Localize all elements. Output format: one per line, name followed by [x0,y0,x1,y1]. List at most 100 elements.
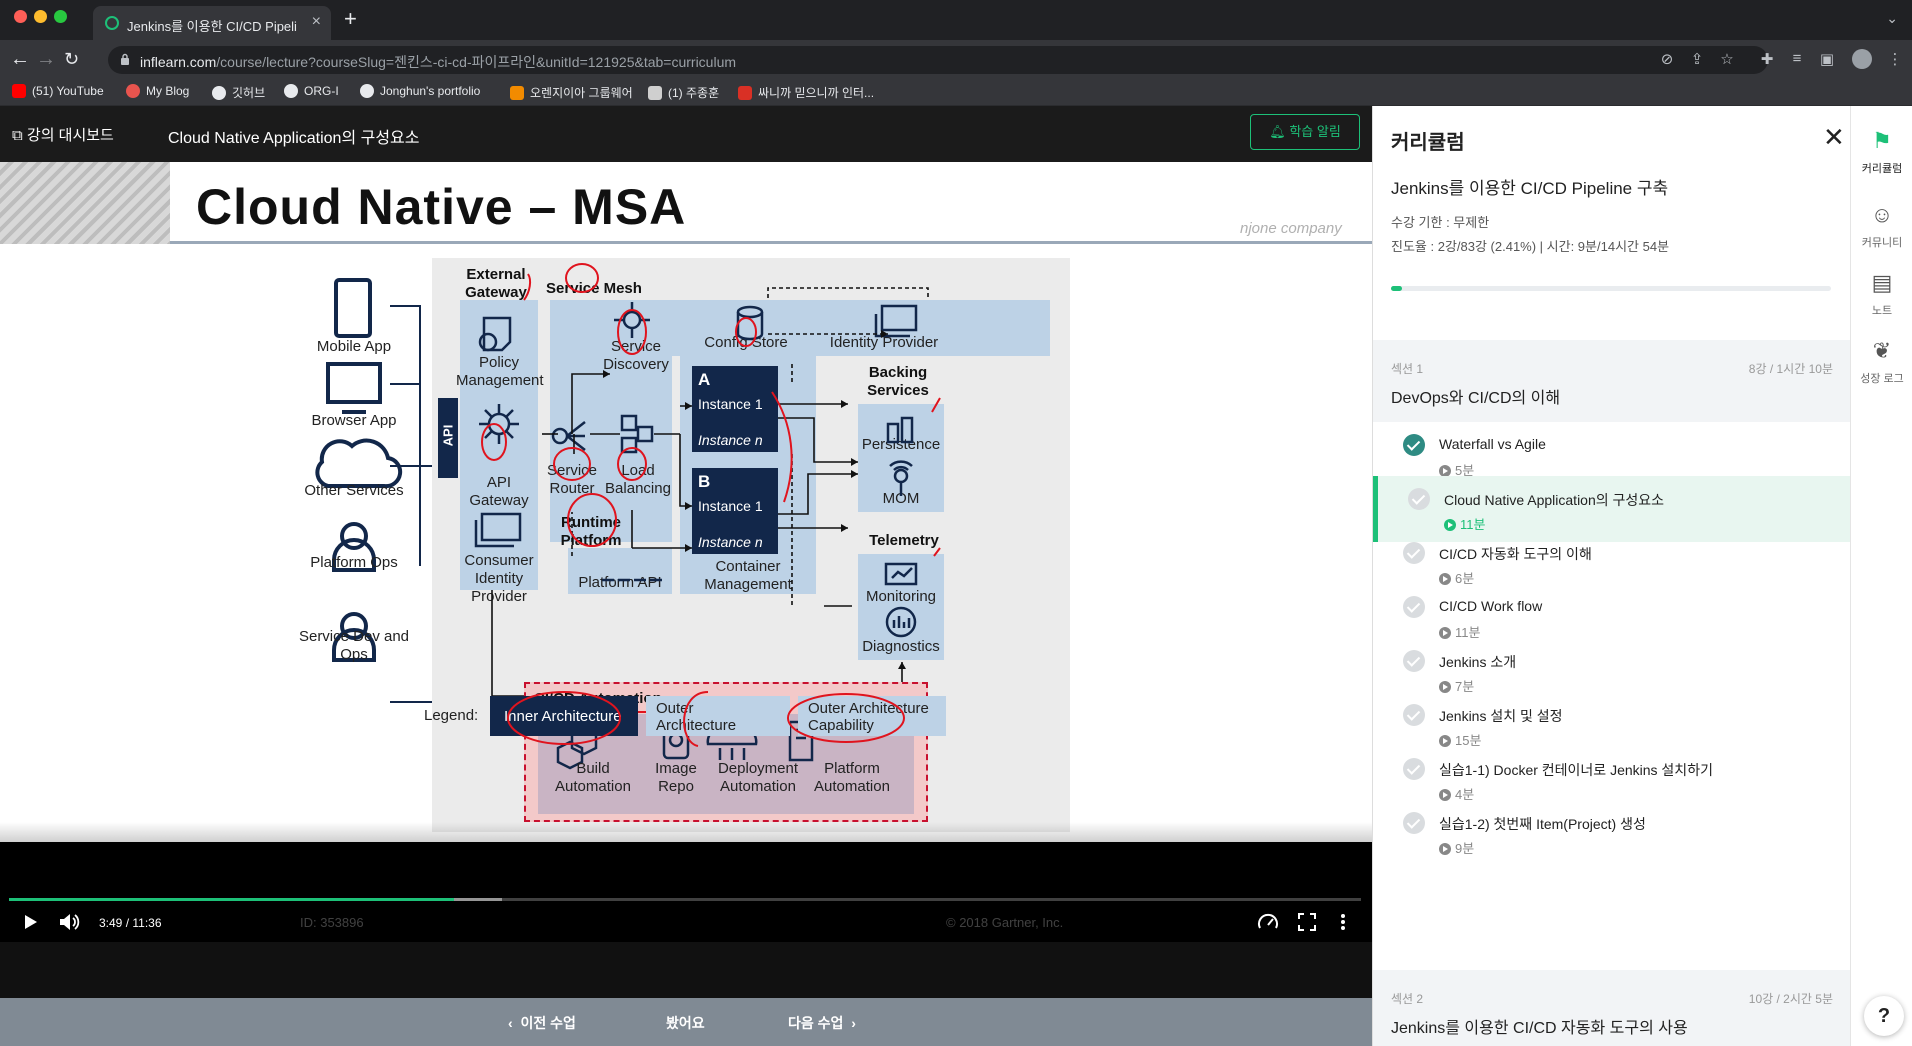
close-tab-icon[interactable]: × [312,13,321,31]
course-progress-fill [1391,286,1402,291]
player-header: ⧉ 강의 대시보드 Cloud Native Application의 구성요소… [0,106,1372,162]
rail-note[interactable]: ▤ 노트 [1851,270,1912,318]
bookmark-youtube[interactable]: (51) YouTube [12,84,104,98]
bookmark-github[interactable]: 깃허브 [212,84,265,101]
help-button[interactable]: ? [1864,996,1904,1036]
lesson-title: Jenkins 소개 [1439,654,1517,670]
video-progress-bar[interactable] [9,898,1361,901]
eye-slash-icon[interactable]: ⊘ [1658,50,1676,68]
study-alert-button[interactable]: 🔔︎ 학습 알림 [1250,114,1360,150]
lock-icon [121,53,129,65]
play-circle-icon [1439,843,1451,855]
play-icon[interactable] [22,914,38,930]
lesson-item[interactable]: 실습1-2) 첫번째 Item(Project) 생성 9분 [1373,800,1850,866]
lesson-title: Jenkins 설치 및 설정 [1439,708,1563,724]
leaf-icon: ❦ [1872,338,1892,363]
tab-title: Jenkins를 이용한 CI/CD Pipeline [127,19,297,34]
media-control-icon[interactable]: ≡ [1788,50,1806,68]
section-header[interactable]: 섹션 2 10강 / 2시간 5분 Jenkins를 이용한 CI/CD 자동화… [1373,970,1850,1046]
close-panel-icon[interactable]: ✕ [1823,122,1845,153]
youtube-icon [12,84,26,98]
cicd-build-automation: Build Automation [555,760,631,795]
forward-icon[interactable]: → [36,48,56,71]
rail-community[interactable]: ☺ 커뮤니티 [1851,202,1912,250]
extensions-icon[interactable]: ✚ [1758,50,1776,68]
prev-lesson-button[interactable]: ‹ 이전 수업 [508,1013,576,1033]
url-text: inflearn.com/course/lecture?courseSlug=젠… [140,54,737,70]
slide-brand: njone company [1240,220,1342,237]
bookmark-my-blog[interactable]: My Blog [126,84,189,98]
mark-watched-button[interactable]: 봤어요 [666,1013,705,1033]
menu-icon[interactable]: ⋮ [1886,50,1904,68]
check-circle-icon [1408,488,1430,510]
slide-header: Cloud Native – MSA njone company [0,162,1372,244]
lesson-navigation-bar: ‹ 이전 수업 봤어요 다음 수업 › [0,998,1372,1046]
rail-curriculum[interactable]: ⚑ 커리큘럼 [1851,128,1912,176]
chat-icon: ☺ [1870,202,1894,227]
share-icon[interactable]: ⇪ [1688,50,1706,68]
check-circle-icon [1403,434,1425,456]
fullscreen-icon[interactable] [1298,913,1316,931]
bookmark-star-icon[interactable]: ☆ [1718,50,1736,68]
bookmark-org-i[interactable]: ORG-I [284,84,339,98]
legend-label: Legend: [424,707,479,724]
close-window-button[interactable] [14,10,27,23]
course-progress-text: 진도율 : 2강/83강 (2.41%) | 시간: 9분/14시간 54분 [1391,239,1670,254]
lesson-title: 실습1-1) Docker 컨테이너로 Jenkins 설치하기 [1439,762,1713,778]
video-timecode: 3:49 / 11:36 [99,916,162,930]
bookmarks-bar: (51) YouTube My Blog 깃허브 ORG-I Jonghun's… [0,80,1912,106]
side-panel-icon[interactable]: ▣ [1818,50,1836,68]
minimize-window-button[interactable] [34,10,47,23]
external-link-icon: ⧉ [12,127,27,144]
rail-growth-log[interactable]: ❦ 성장 로그 [1851,338,1912,386]
notebook-icon: ▤ [1871,270,1893,295]
client-other-services: Other Services [304,482,404,499]
next-lesson-button[interactable]: 다음 수업 › [788,1013,856,1033]
browser-toolbar: ← → ↻ inflearn.com/course/lecture?course… [0,40,1912,80]
maximize-window-button[interactable] [54,10,67,23]
shop-icon [738,86,752,100]
reload-icon[interactable]: ↻ [64,49,79,70]
video-watermark-copyright: © 2018 Gartner, Inc. [946,915,1064,930]
keyboard-image [0,162,170,244]
bookmark-profile[interactable]: (1) 주종훈 [648,84,719,101]
legend-annotations [507,691,905,747]
cicd-platform-automation: Platform Automation [814,760,890,795]
address-bar[interactable]: inflearn.com/course/lecture?courseSlug=젠… [108,46,1768,74]
groupware-icon [510,86,524,100]
github-icon [284,84,298,98]
lesson-duration: 9분 [1439,838,1474,857]
right-rail: ⚑ 커리큘럼 ☺ 커뮤니티 ▤ 노트 ❦ 성장 로그 [1850,106,1912,1046]
dashboard-link[interactable]: ⧉ 강의 대시보드 [12,124,114,145]
new-tab-button[interactable]: + [344,6,357,32]
inflearn-favicon-icon [105,16,119,30]
bookmark-groupware[interactable]: 오렌지이아 그룹웨어 [510,84,633,101]
browser-tab[interactable]: Jenkins를 이용한 CI/CD Pipeline × [93,6,331,40]
client-service-dev-ops: Service Dev and Ops [298,628,410,663]
chevron-right-icon: › [843,1015,856,1031]
back-icon[interactable]: ← [10,48,30,71]
video-player[interactable]: Cloud Native – MSA njone company Mobile … [0,162,1372,942]
curriculum-title: 커리큘럼 [1391,132,1465,154]
lesson-title: Waterfall vs Agile [1439,436,1546,452]
lesson-title: 실습1-2) 첫번째 Item(Project) 생성 [1439,816,1646,832]
bookmark-portfolio[interactable]: Jonghun's portfolio [360,84,480,98]
more-options-icon[interactable] [1340,913,1346,931]
speed-icon[interactable] [1257,912,1279,932]
lesson-title: CI/CD 자동화 도구의 이해 [1439,546,1592,562]
browser-tab-bar: Jenkins를 이용한 CI/CD Pipeline × + ⌄ [0,0,1912,40]
bookmark-shop[interactable]: 싸니까 믿으니까 인터... [738,84,874,101]
check-circle-icon [1403,704,1425,726]
cicd-deployment-automation: Deployment Automation [717,760,799,795]
chevron-left-icon: ‹ [508,1015,521,1031]
tab-search-icon[interactable]: ⌄ [1886,10,1898,27]
github-icon [212,86,226,100]
slide-title: Cloud Native – MSA [196,179,687,235]
profile-avatar[interactable] [1852,49,1872,69]
section-header[interactable]: 섹션 1 8강 / 1시간 10분 DevOps와 CI/CD의 이해 [1373,340,1850,422]
volume-icon[interactable] [58,912,80,932]
course-title: Jenkins를 이용한 CI/CD Pipeline 구축 [1391,179,1669,198]
video-buffer-bar [453,898,503,901]
lesson-title: Cloud Native Application의 구성요소 [1444,492,1665,508]
blog-icon [126,84,140,98]
